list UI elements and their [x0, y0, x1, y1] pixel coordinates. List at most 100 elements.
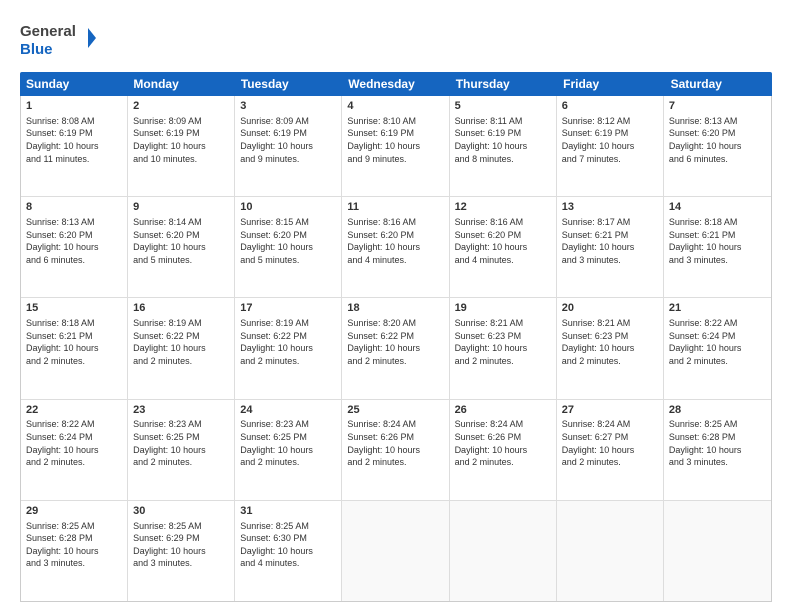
cell-info: Sunrise: 8:21 AM — [562, 317, 658, 330]
day-number: 18 — [347, 301, 443, 316]
cell-info: Daylight: 10 hours — [669, 241, 766, 254]
cell-info: Sunrise: 8:12 AM — [562, 115, 658, 128]
day-number: 2 — [133, 99, 229, 114]
cell-info: Daylight: 10 hours — [669, 140, 766, 153]
table-row: 12Sunrise: 8:16 AMSunset: 6:20 PMDayligh… — [450, 197, 557, 297]
cell-info: Sunset: 6:22 PM — [133, 330, 229, 343]
cell-info: Sunrise: 8:24 AM — [562, 418, 658, 431]
empty-cell — [557, 501, 664, 601]
cell-info: and 2 minutes. — [133, 456, 229, 469]
table-row: 4Sunrise: 8:10 AMSunset: 6:19 PMDaylight… — [342, 96, 449, 196]
cell-info: Daylight: 10 hours — [347, 140, 443, 153]
table-row: 31Sunrise: 8:25 AMSunset: 6:30 PMDayligh… — [235, 501, 342, 601]
table-row: 21Sunrise: 8:22 AMSunset: 6:24 PMDayligh… — [664, 298, 771, 398]
table-row: 24Sunrise: 8:23 AMSunset: 6:25 PMDayligh… — [235, 400, 342, 500]
table-row: 13Sunrise: 8:17 AMSunset: 6:21 PMDayligh… — [557, 197, 664, 297]
page: General Blue Sunday Monday Tuesday Wedne… — [0, 0, 792, 612]
cell-info: Sunrise: 8:17 AM — [562, 216, 658, 229]
table-row: 15Sunrise: 8:18 AMSunset: 6:21 PMDayligh… — [21, 298, 128, 398]
table-row: 9Sunrise: 8:14 AMSunset: 6:20 PMDaylight… — [128, 197, 235, 297]
cell-info: Sunrise: 8:13 AM — [26, 216, 122, 229]
cell-info: Sunset: 6:21 PM — [26, 330, 122, 343]
header-friday: Friday — [557, 72, 664, 96]
day-number: 30 — [133, 504, 229, 519]
calendar-row: 1Sunrise: 8:08 AMSunset: 6:19 PMDaylight… — [21, 96, 771, 197]
cell-info: Daylight: 10 hours — [26, 241, 122, 254]
header-sunday: Sunday — [20, 72, 127, 96]
cell-info: Daylight: 10 hours — [240, 545, 336, 558]
day-number: 22 — [26, 403, 122, 418]
table-row: 1Sunrise: 8:08 AMSunset: 6:19 PMDaylight… — [21, 96, 128, 196]
day-number: 13 — [562, 200, 658, 215]
day-number: 5 — [455, 99, 551, 114]
table-row: 10Sunrise: 8:15 AMSunset: 6:20 PMDayligh… — [235, 197, 342, 297]
cell-info: and 2 minutes. — [347, 456, 443, 469]
cell-info: Sunset: 6:24 PM — [669, 330, 766, 343]
cell-info: Daylight: 10 hours — [26, 444, 122, 457]
day-number: 14 — [669, 200, 766, 215]
cell-info: Sunset: 6:20 PM — [347, 229, 443, 242]
cell-info: Daylight: 10 hours — [240, 241, 336, 254]
cell-info: Sunrise: 8:22 AM — [26, 418, 122, 431]
table-row: 27Sunrise: 8:24 AMSunset: 6:27 PMDayligh… — [557, 400, 664, 500]
cell-info: and 11 minutes. — [26, 153, 122, 166]
cell-info: Sunrise: 8:18 AM — [26, 317, 122, 330]
cell-info: and 2 minutes. — [455, 355, 551, 368]
cell-info: and 9 minutes. — [240, 153, 336, 166]
day-number: 9 — [133, 200, 229, 215]
cell-info: Sunset: 6:20 PM — [26, 229, 122, 242]
day-number: 29 — [26, 504, 122, 519]
cell-info: and 9 minutes. — [347, 153, 443, 166]
cell-info: Sunrise: 8:10 AM — [347, 115, 443, 128]
cell-info: and 2 minutes. — [240, 456, 336, 469]
cell-info: Daylight: 10 hours — [240, 444, 336, 457]
empty-cell — [342, 501, 449, 601]
cell-info: Sunset: 6:22 PM — [240, 330, 336, 343]
cell-info: Sunrise: 8:25 AM — [240, 520, 336, 533]
cell-info: Sunset: 6:26 PM — [455, 431, 551, 444]
cell-info: Sunset: 6:20 PM — [669, 127, 766, 140]
header: General Blue — [20, 18, 772, 62]
cell-info: Daylight: 10 hours — [669, 342, 766, 355]
cell-info: Daylight: 10 hours — [26, 140, 122, 153]
table-row: 25Sunrise: 8:24 AMSunset: 6:26 PMDayligh… — [342, 400, 449, 500]
cell-info: Sunrise: 8:25 AM — [133, 520, 229, 533]
cell-info: Sunset: 6:26 PM — [347, 431, 443, 444]
cell-info: Sunrise: 8:21 AM — [455, 317, 551, 330]
cell-info: and 8 minutes. — [455, 153, 551, 166]
cell-info: Sunset: 6:22 PM — [347, 330, 443, 343]
cell-info: and 2 minutes. — [562, 456, 658, 469]
cell-info: Daylight: 10 hours — [26, 545, 122, 558]
cell-info: and 5 minutes. — [133, 254, 229, 267]
cell-info: Sunset: 6:20 PM — [133, 229, 229, 242]
cell-info: Daylight: 10 hours — [669, 444, 766, 457]
cell-info: and 4 minutes. — [240, 557, 336, 570]
cell-info: and 10 minutes. — [133, 153, 229, 166]
cell-info: Sunrise: 8:14 AM — [133, 216, 229, 229]
cell-info: Sunset: 6:27 PM — [562, 431, 658, 444]
calendar-row: 15Sunrise: 8:18 AMSunset: 6:21 PM Dayligh… — [21, 298, 771, 399]
cell-info: Daylight: 10 hours — [133, 241, 229, 254]
day-number: 6 — [562, 99, 658, 114]
cell-info: Sunset: 6:19 PM — [347, 127, 443, 140]
cell-info: Sunset: 6:20 PM — [240, 229, 336, 242]
table-row: 6Sunrise: 8:12 AMSunset: 6:19 PMDaylight… — [557, 96, 664, 196]
calendar-header: Sunday Monday Tuesday Wednesday Thursday… — [20, 72, 772, 96]
table-row: 16Sunrise: 8:19 AMSunset: 6:22 PMDayligh… — [128, 298, 235, 398]
cell-info: and 2 minutes. — [26, 456, 122, 469]
cell-info: and 7 minutes. — [562, 153, 658, 166]
calendar-row: 8Sunrise: 8:13 AMSunset: 6:20 PMDaylight… — [21, 197, 771, 298]
cell-info: Daylight: 10 hours — [347, 241, 443, 254]
day-number: 12 — [455, 200, 551, 215]
day-number: 15 — [26, 301, 122, 316]
cell-info: Daylight: 10 hours — [240, 140, 336, 153]
cell-info: Sunrise: 8:11 AM — [455, 115, 551, 128]
cell-info: and 2 minutes. — [26, 355, 122, 368]
logo-svg: General Blue — [20, 18, 100, 62]
table-row: 7Sunrise: 8:13 AMSunset: 6:20 PMDaylight… — [664, 96, 771, 196]
svg-text:General: General — [20, 23, 76, 40]
cell-info: Sunset: 6:25 PM — [133, 431, 229, 444]
cell-info: Sunset: 6:24 PM — [26, 431, 122, 444]
cell-info: Daylight: 10 hours — [133, 545, 229, 558]
cell-info: and 2 minutes. — [562, 355, 658, 368]
